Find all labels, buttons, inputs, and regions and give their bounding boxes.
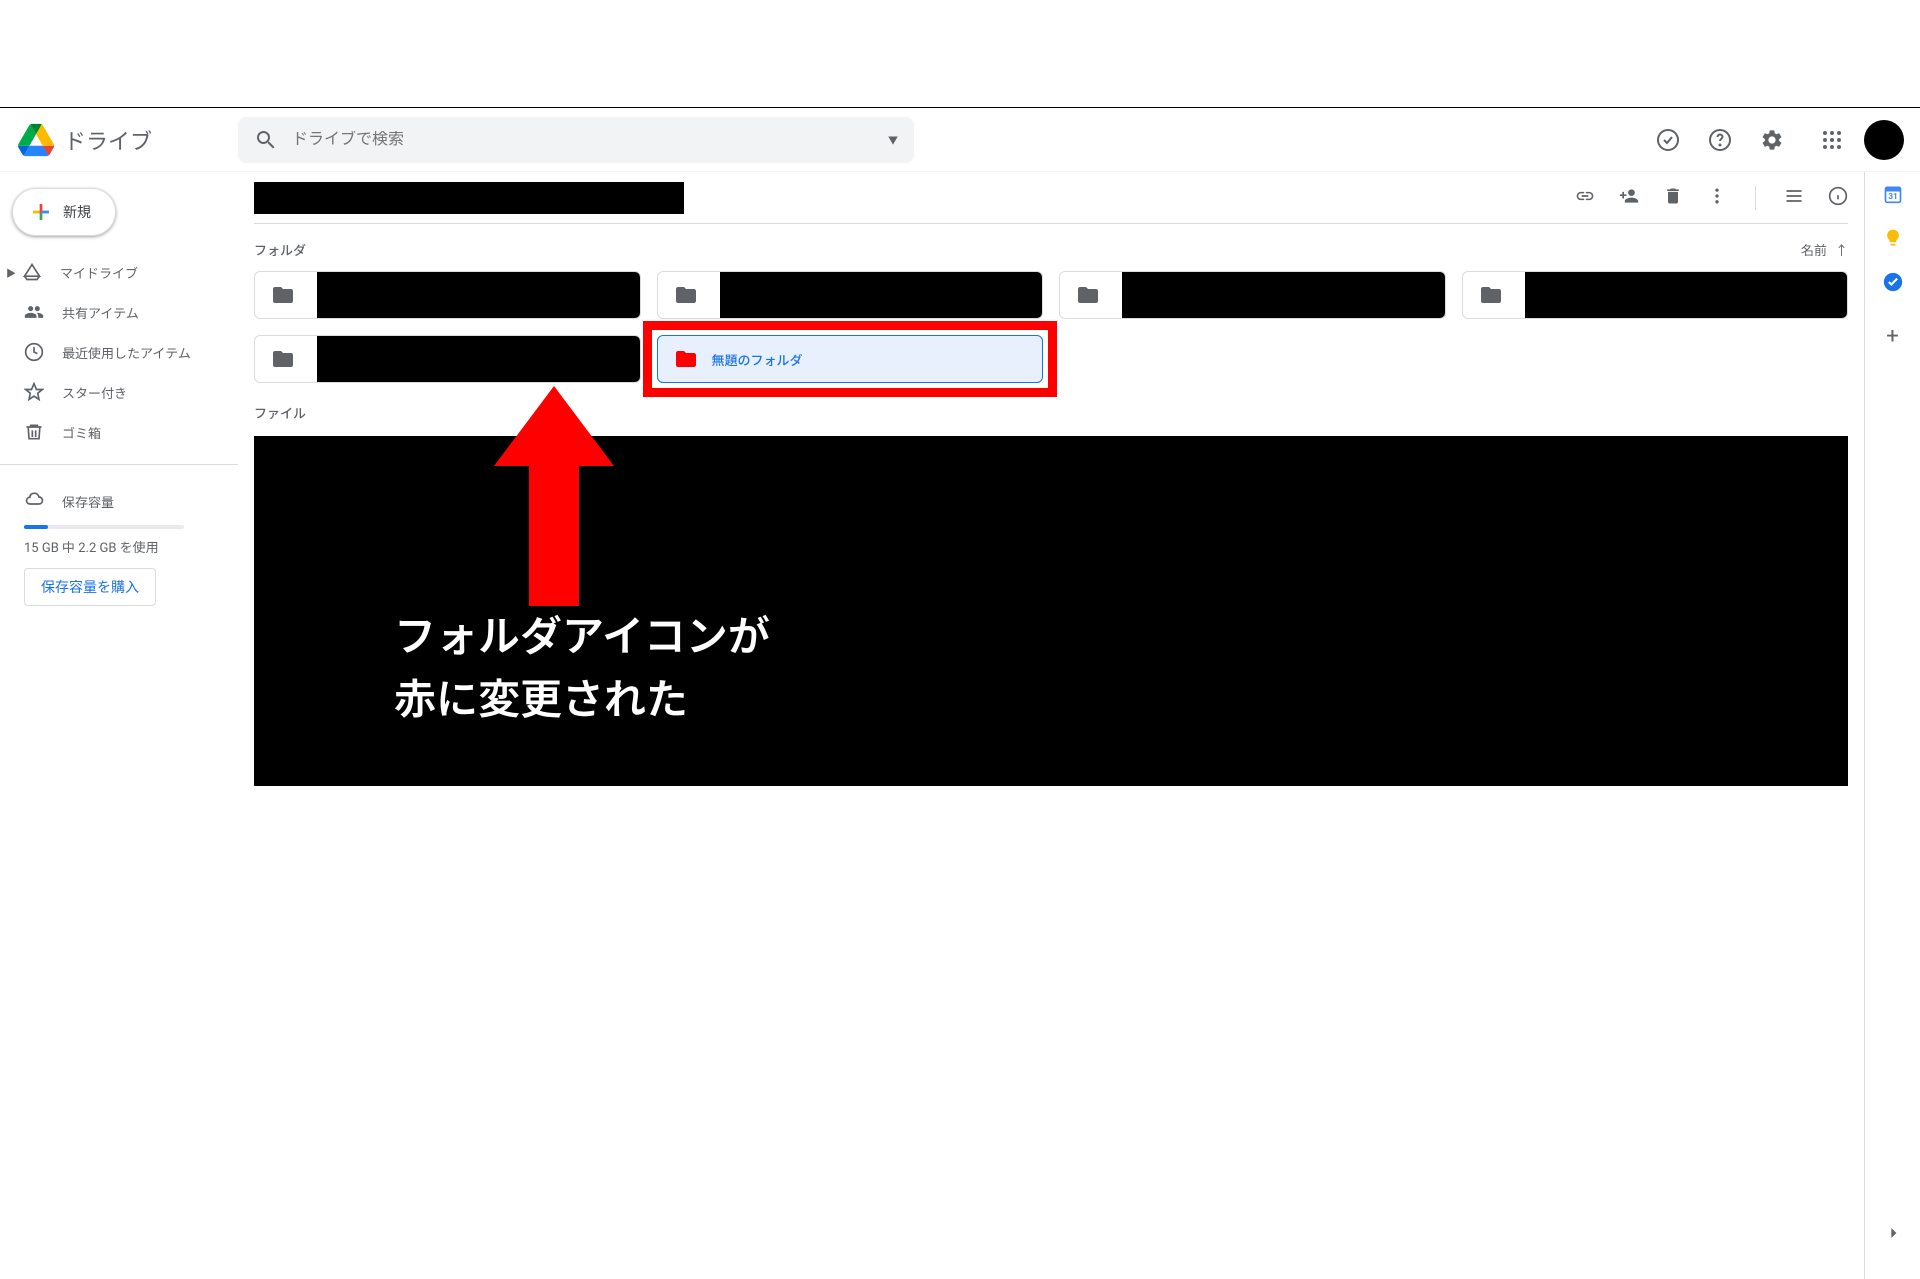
sidebar-mydrive-label: マイドライブ — [60, 263, 138, 282]
breadcrumb-redacted — [254, 182, 684, 214]
folder-icon-red — [674, 347, 698, 371]
search-options-dropdown-icon[interactable]: ▼ — [888, 132, 898, 147]
storage-usage-text: 15 GB 中 2.2 GB を使用 — [24, 537, 214, 556]
sort-label: 名前 — [1801, 240, 1827, 259]
page-top-whitespace — [0, 0, 1920, 108]
add-addon-icon[interactable]: + — [1886, 324, 1898, 349]
add-person-icon[interactable] — [1619, 186, 1639, 210]
content-area: フォルダ 名前 ↑ — [238, 172, 1864, 1279]
folder-icon — [674, 283, 698, 307]
selected-folder-label: 無題のフォルダ — [712, 350, 803, 369]
sidebar-trash-label: ゴミ箱 — [62, 423, 101, 442]
sidebar-recent-label: 最近使用したアイテム — [62, 343, 191, 362]
folder-card[interactable] — [1059, 271, 1446, 319]
action-divider — [1755, 186, 1756, 210]
delete-icon[interactable] — [1663, 186, 1683, 210]
folders-section-label: フォルダ — [254, 240, 306, 259]
mydrive-icon — [22, 262, 42, 282]
calendar-icon[interactable]: 31 — [1883, 184, 1903, 204]
sidebar-divider — [0, 464, 238, 465]
sidebar-item-trash[interactable]: ゴミ箱 — [0, 412, 238, 452]
tasks-icon[interactable] — [1883, 272, 1903, 292]
sort-by-name[interactable]: 名前 ↑ — [1801, 240, 1848, 259]
redacted-label — [720, 271, 1044, 319]
header: ドライブ ▼ — [0, 108, 1920, 172]
ready-offline-icon[interactable] — [1648, 120, 1688, 160]
folder-icon — [1479, 283, 1503, 307]
sidebar-item-mydrive[interactable]: ▶ マイドライブ — [0, 252, 238, 292]
brand-text: ドライブ — [64, 124, 152, 156]
sidebar-item-shared[interactable]: 共有アイテム — [0, 292, 238, 332]
redacted-label — [317, 335, 641, 383]
folder-card[interactable] — [657, 271, 1044, 319]
redacted-label — [1525, 271, 1849, 319]
help-icon[interactable] — [1700, 120, 1740, 160]
apps-grid-icon[interactable] — [1812, 120, 1852, 160]
sidebar: 新規 ▶ マイドライブ 共有アイテム 最近使用したアイテム — [0, 172, 238, 1279]
account-avatar[interactable] — [1864, 120, 1904, 160]
trash-icon — [24, 422, 44, 442]
sidebar-shared-label: 共有アイテム — [62, 303, 139, 322]
get-link-icon[interactable] — [1575, 186, 1595, 210]
new-button-label: 新規 — [63, 202, 91, 222]
recent-icon — [24, 342, 44, 362]
buy-storage-button[interactable]: 保存容量を購入 — [24, 568, 156, 606]
folder-icon — [271, 347, 295, 371]
folder-card[interactable] — [1462, 271, 1849, 319]
folder-icon — [271, 283, 295, 307]
storage-label: 保存容量 — [62, 492, 114, 511]
settings-gear-icon[interactable] — [1752, 120, 1792, 160]
folder-card[interactable] — [254, 335, 641, 383]
folder-card-selected[interactable]: 無題のフォルダ — [657, 335, 1044, 383]
sidebar-item-starred[interactable]: スター付き — [0, 372, 238, 412]
cloud-icon — [24, 489, 44, 513]
new-button[interactable]: 新規 — [12, 188, 116, 236]
shared-icon — [24, 302, 44, 322]
redacted-label — [317, 271, 641, 319]
more-actions-icon[interactable] — [1707, 186, 1727, 210]
arrow-up-icon: ↑ — [1835, 240, 1848, 259]
keep-icon[interactable] — [1883, 228, 1903, 248]
search-input[interactable] — [292, 131, 888, 149]
list-view-icon[interactable] — [1784, 186, 1804, 210]
redacted-label — [1122, 271, 1446, 319]
side-panel: 31 + — [1864, 172, 1920, 1279]
sidebar-starred-label: スター付き — [62, 383, 127, 402]
breadcrumb-row — [254, 172, 1848, 224]
info-icon[interactable] — [1828, 186, 1848, 210]
annotation-text: フォルダアイコンが 赤に変更された — [394, 606, 770, 732]
collapse-panel-icon[interactable] — [1883, 1223, 1903, 1247]
svg-text:31: 31 — [1888, 192, 1898, 202]
folder-icon — [1076, 283, 1100, 307]
folder-grid: 無題のフォルダ — [254, 271, 1848, 383]
sidebar-item-storage[interactable]: 保存容量 — [24, 481, 214, 521]
files-area-redacted: フォルダアイコンが 赤に変更された — [254, 436, 1848, 786]
drive-logo-icon[interactable] — [16, 120, 56, 160]
search-icon — [254, 128, 278, 152]
plus-icon — [29, 200, 53, 224]
caret-right-icon[interactable]: ▶ — [6, 265, 22, 280]
search-bar[interactable]: ▼ — [238, 117, 914, 163]
annotation-arrow-icon — [494, 386, 614, 606]
sidebar-item-recent[interactable]: 最近使用したアイテム — [0, 332, 238, 372]
storage-bar — [24, 525, 184, 529]
folder-card[interactable] — [254, 271, 641, 319]
star-icon — [24, 382, 44, 402]
files-section-label: ファイル — [254, 403, 306, 422]
